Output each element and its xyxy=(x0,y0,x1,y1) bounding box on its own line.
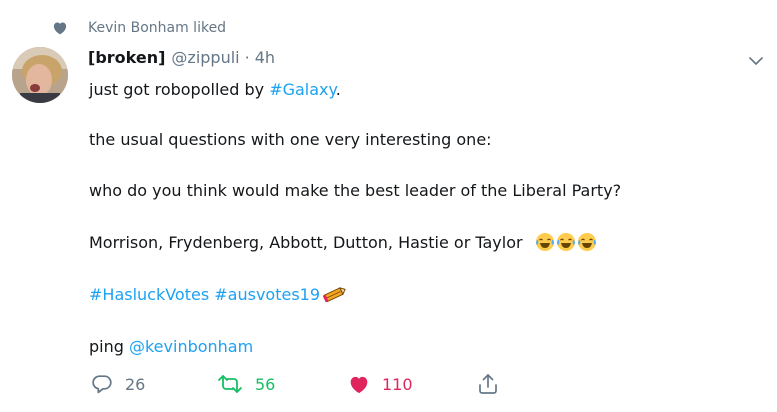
tweet-line-6: ping @kevinbonham xyxy=(89,336,253,358)
heart-icon xyxy=(53,22,67,35)
social-context[interactable]: Kevin Bonham liked xyxy=(52,17,226,39)
tweet-text: . xyxy=(335,80,341,99)
timestamp[interactable]: 4h xyxy=(255,48,275,67)
separator-dot: · xyxy=(244,48,250,67)
display-name[interactable]: [broken] xyxy=(88,48,165,67)
like-count: 110 xyxy=(382,374,413,394)
pencil-hashflag-icon xyxy=(322,287,346,303)
tweet-line-3: who do you think would make the best lea… xyxy=(89,181,622,200)
retweet-count: 56 xyxy=(255,374,276,394)
avatar[interactable] xyxy=(12,47,68,103)
hashtag-hasluckvotes[interactable]: #HasluckVotes xyxy=(89,285,209,304)
hashtag-galaxy[interactable]: #Galaxy xyxy=(269,80,336,99)
tweet-header: [broken] @zippuli · 4h xyxy=(88,48,275,67)
tweet-line-2: the usual questions with one very intere… xyxy=(89,130,492,149)
social-context-text: Kevin Bonham liked xyxy=(88,20,227,36)
user-handle[interactable]: @zippuli xyxy=(171,48,239,67)
tweet-line-5: #HasluckVotes #ausvotes19 xyxy=(89,284,346,306)
tears-of-joy-emoji-icon xyxy=(577,233,596,251)
tears-of-joy-emoji-icon xyxy=(556,233,575,251)
share-button[interactable] xyxy=(478,372,498,396)
reply-count: 26 xyxy=(125,374,146,394)
share-icon xyxy=(479,374,497,394)
chevron-down-icon[interactable] xyxy=(747,54,765,68)
reply-icon xyxy=(92,375,112,394)
tweet-text: ping xyxy=(89,337,129,356)
avatar-image xyxy=(12,47,68,103)
retweet-icon xyxy=(218,375,242,393)
reply-button[interactable]: 26 xyxy=(91,372,145,396)
tweet-line-1: just got robopolled by #Galaxy. xyxy=(89,79,341,101)
heart-icon xyxy=(350,376,368,394)
tweet-line-4: Morrison, Frydenberg, Abbott, Dutton, Ha… xyxy=(89,232,597,254)
tweet-text: just got robopolled by xyxy=(89,80,270,99)
hashtag-ausvotes19[interactable]: #ausvotes19 xyxy=(214,285,320,304)
tears-of-joy-emoji-icon xyxy=(535,233,554,251)
like-button[interactable]: 110 xyxy=(348,372,413,396)
mention-kevinbonham[interactable]: @kevinbonham xyxy=(129,337,253,356)
tweet-text: Morrison, Frydenberg, Abbott, Dutton, Ha… xyxy=(89,233,523,252)
retweet-button[interactable]: 56 xyxy=(217,372,275,396)
